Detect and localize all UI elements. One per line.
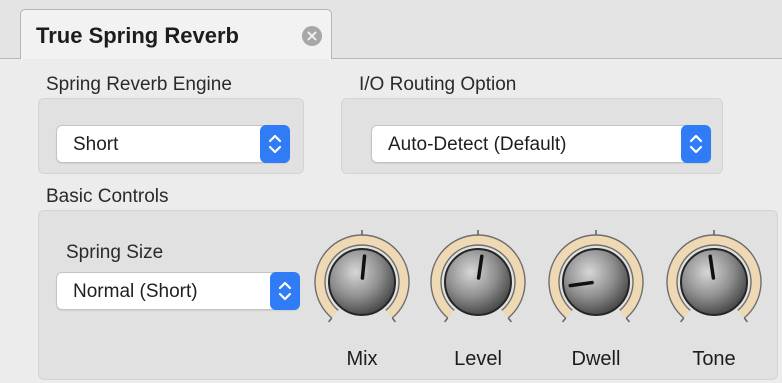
basic-controls-label: Basic Controls xyxy=(46,186,169,207)
knob-tick xyxy=(507,317,513,323)
spring-size-label: Spring Size xyxy=(66,242,164,263)
chevron-updown-icon xyxy=(260,125,290,163)
level-knob[interactable] xyxy=(428,230,528,330)
knob-tick xyxy=(743,317,749,323)
engine-select-value: Short xyxy=(73,134,119,155)
close-icon[interactable]: × xyxy=(302,26,322,46)
knob-graphic xyxy=(666,230,762,323)
spring-size-select[interactable]: Normal (Short) xyxy=(56,272,300,310)
knob-body xyxy=(562,248,630,316)
knob-tick xyxy=(679,317,685,323)
engine-select[interactable]: Short xyxy=(56,125,290,163)
knob-tick xyxy=(327,317,333,323)
knob-tick xyxy=(561,317,567,323)
spring-size-value: Normal (Short) xyxy=(73,281,198,302)
engine-label: Spring Reverb Engine xyxy=(46,74,232,95)
knob-tick xyxy=(443,317,449,323)
routing-select[interactable]: Auto-Detect (Default) xyxy=(371,125,711,163)
tone-label: Tone xyxy=(692,348,736,370)
tone-knob[interactable] xyxy=(664,230,764,330)
knob-graphic xyxy=(314,230,410,323)
level-label: Level xyxy=(454,348,502,370)
routing-select-value: Auto-Detect (Default) xyxy=(388,134,567,155)
knob-graphic xyxy=(430,230,526,323)
mix-knob[interactable] xyxy=(312,230,412,330)
chevron-updown-icon xyxy=(270,272,300,310)
chevron-updown-icon xyxy=(681,125,711,163)
knob-tick xyxy=(391,317,397,323)
routing-label: I/O Routing Option xyxy=(359,74,517,95)
knob-body xyxy=(444,248,512,316)
dwell-label: Dwell xyxy=(571,348,621,370)
knob-body xyxy=(328,248,396,316)
dwell-knob[interactable] xyxy=(546,230,646,330)
knob-body xyxy=(680,248,748,316)
tab-title: True Spring Reverb xyxy=(36,23,239,48)
tab-true-spring-reverb[interactable]: True Spring Reverb × xyxy=(20,9,332,59)
knob-tick xyxy=(625,317,631,323)
knob-graphic xyxy=(548,230,644,323)
knob-indicator xyxy=(360,254,367,280)
mix-label: Mix xyxy=(346,348,378,370)
